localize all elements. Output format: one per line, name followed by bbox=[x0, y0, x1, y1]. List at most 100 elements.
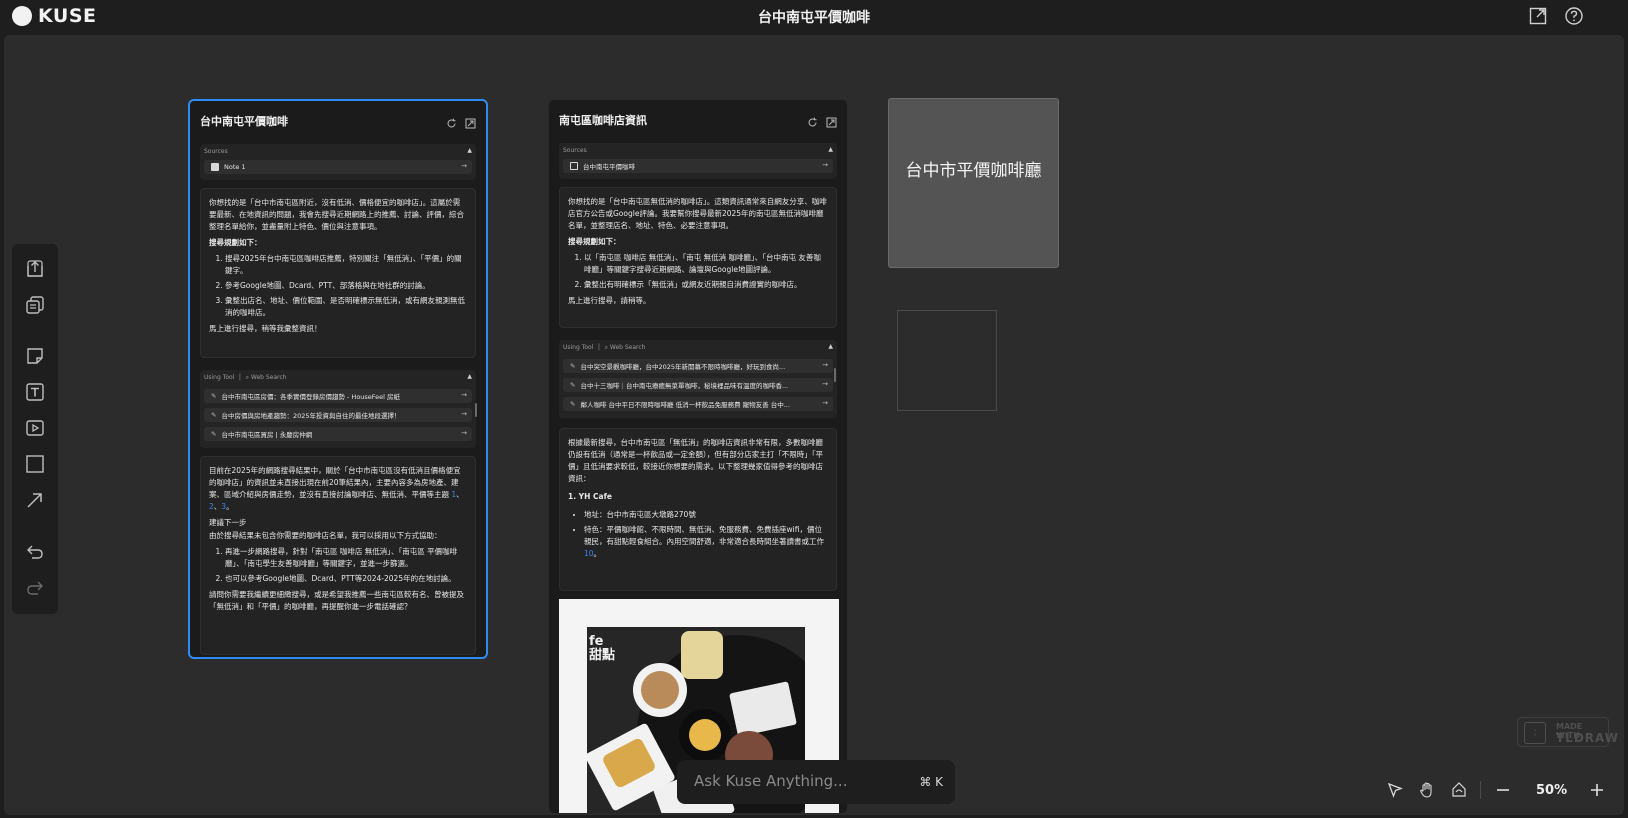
arrow-right-icon: → bbox=[461, 391, 467, 399]
message-text: 根據最新搜尋，台中市南屯區「無低消」的咖啡店資訊非常有限，多數咖啡廳仍設有低消（… bbox=[568, 438, 823, 483]
arrow-right-icon: → bbox=[822, 399, 828, 407]
list-item: 以「南屯區 咖啡店 無低消」、「南屯 無低消 咖啡廳」、「台中南屯 友善咖啡廳」… bbox=[584, 252, 828, 276]
hand-pan-icon[interactable] bbox=[1418, 781, 1436, 799]
undo-icon[interactable] bbox=[24, 541, 46, 563]
source-item-label: Note 1 bbox=[224, 163, 246, 171]
assistant-message: 根據最新搜尋，台中市南屯區「無低消」的咖啡店資訊非常有限，多數咖啡廳仍設有低消（… bbox=[559, 428, 837, 591]
collapse-caret-icon[interactable]: ▲ bbox=[467, 373, 472, 380]
note-text: 台中市平價咖啡廳 bbox=[905, 161, 1042, 181]
chat-card-2[interactable]: 南屯區咖啡店資訊 Sources ▲ 台中南屯平價咖啡 → 你想找的是「台中南屯… bbox=[548, 99, 848, 814]
search-result-item[interactable]: ✎ 台中房價與房地產趨勢：2025年投資與自住的最佳地段選擇！ → bbox=[204, 408, 472, 422]
help-icon[interactable] bbox=[1564, 6, 1584, 26]
using-tool-label: Using Tool │ ⌕ Web Search bbox=[563, 344, 646, 351]
document-title[interactable]: 台中南屯平價咖啡 bbox=[0, 7, 1628, 27]
list-item: 地址：台中市南屯區大墩路270號 bbox=[584, 509, 828, 521]
laser-pointer-icon[interactable] bbox=[1450, 781, 1468, 799]
search-result-item[interactable]: ✎ 台中市南屯區房價：各季實價登錄房價趨勢 - HouseFeel 房紙 → bbox=[204, 389, 472, 403]
message-heading: 1. YH Cafe bbox=[568, 492, 612, 501]
chat-source-icon bbox=[570, 162, 578, 170]
select-cursor-icon[interactable] bbox=[1386, 781, 1404, 799]
arrow-right-icon: → bbox=[461, 410, 467, 418]
scrollbar[interactable] bbox=[834, 368, 836, 382]
refresh-icon[interactable] bbox=[446, 114, 457, 128]
sources-label: Sources bbox=[563, 147, 587, 154]
keyboard-shortcut: ⌘ K bbox=[919, 775, 943, 789]
sources-section: Sources ▲ 台中南屯平價咖啡 → bbox=[559, 143, 837, 179]
empty-frame-shape[interactable] bbox=[897, 310, 997, 411]
message-text: 馬上進行搜尋，請稍等。 bbox=[568, 296, 651, 305]
card-title: 台中南屯平價咖啡 bbox=[200, 115, 288, 128]
using-tool-label: Using Tool │ ⌕ Web Search bbox=[204, 374, 287, 381]
frame-icon[interactable] bbox=[24, 453, 46, 475]
expand-icon[interactable] bbox=[465, 114, 476, 129]
redo-icon[interactable] bbox=[24, 577, 46, 599]
video-icon[interactable] bbox=[24, 417, 46, 439]
search-result-item[interactable]: ✎ 台中突空景觀咖啡廳，台中2025年新開幕不限時咖啡廳，好玩到食尚... → bbox=[563, 359, 833, 373]
list-item: 參考Google地圖、Dcard、PTT、部落格與在地社群的討論。 bbox=[225, 280, 467, 292]
message-text: 目前在2025年的網路搜尋結果中，關於「台中市南屯區沒有低消且價格便宜的咖啡店」… bbox=[209, 466, 464, 511]
zoom-in-icon[interactable] bbox=[1588, 781, 1606, 799]
message-text: 請問你需要我繼續更細緻搜尋，或是希望我推薦一些南屯區較有名、曾被提及「無低消」和… bbox=[209, 590, 464, 611]
source-item-label: 台中南屯平價咖啡 bbox=[583, 163, 635, 171]
link-icon: ✎ bbox=[570, 381, 576, 389]
arrow-right-icon: → bbox=[822, 380, 828, 388]
list-item: 搜尋2025年台中南屯區咖啡店推薦，特別關注「無低消」、「平價」的關鍵字。 bbox=[225, 253, 467, 277]
message-heading: 搜尋規劃如下： bbox=[568, 237, 621, 246]
message-text: 你想找的是「台中南屯區無低消的咖啡店」。這類資訊通常來自網友分享、咖啡店官方公告… bbox=[568, 197, 827, 230]
arrow-right-icon: → bbox=[822, 361, 828, 369]
zoom-level[interactable]: 50% bbox=[1536, 783, 1567, 798]
tldraw-logo-icon: ; bbox=[1524, 722, 1546, 744]
collapse-caret-icon[interactable]: ▲ bbox=[828, 343, 833, 350]
message-text: 你想找的是「台中市南屯區附近，沒有低消、價格便宜的咖啡店」。這屬於需要最新、在地… bbox=[209, 198, 464, 231]
card-title: 南屯區咖啡店資訊 bbox=[559, 114, 647, 127]
collapse-caret-icon[interactable]: ▲ bbox=[467, 147, 472, 154]
link-icon: ✎ bbox=[211, 430, 217, 438]
list-item: 彙整出有明確標示「無低消」或網友近期親自消費證實的咖啡店。 bbox=[584, 279, 828, 291]
toolbar-divider bbox=[1480, 781, 1481, 799]
arrow-icon[interactable] bbox=[24, 489, 46, 511]
note-source-icon bbox=[211, 163, 219, 171]
assistant-message: 目前在2025年的網路搜尋結果中，關於「台中市南屯區沒有低消且價格便宜的咖啡店」… bbox=[200, 456, 476, 655]
list-item: 彙整出店名、地址、價位範圍、是否明確標示無低消，或有網友親測無低消的咖啡店。 bbox=[225, 295, 467, 319]
message-heading: 建議下一步 bbox=[209, 518, 247, 527]
source-item[interactable]: Note 1 → bbox=[204, 160, 472, 174]
zoom-out-icon[interactable] bbox=[1494, 781, 1512, 799]
chat-card-1[interactable]: 台中南屯平價咖啡 Sources ▲ Note 1 → 你想找的是「台中市南屯區… bbox=[188, 99, 488, 659]
collapse-caret-icon[interactable]: ▲ bbox=[828, 146, 833, 153]
ask-placeholder: Ask Kuse Anything... bbox=[694, 772, 848, 790]
arrow-right-icon: → bbox=[822, 161, 828, 169]
copy-docs-icon[interactable] bbox=[24, 294, 46, 316]
note-icon[interactable] bbox=[24, 345, 46, 367]
tool-results-section: Using Tool │ ⌕ Web Search ▲ ✎ 台中突空景觀咖啡廳，台… bbox=[559, 340, 837, 418]
message-heading: 搜尋規劃如下： bbox=[209, 238, 262, 247]
link-icon: ✎ bbox=[570, 400, 576, 408]
list-item: 也可以參考Google地圖、Dcard、PTT等2024-2025年的在地討論。 bbox=[225, 573, 467, 585]
search-result-item[interactable]: ✎ 台中市南屯區買房 | 永慶房仲網 → bbox=[204, 427, 472, 441]
upload-icon[interactable] bbox=[24, 258, 46, 280]
assistant-message: 你想找的是「台中南屯區無低消的咖啡店」。這類資訊通常來自網友分享、咖啡店官方公告… bbox=[559, 187, 837, 328]
arrow-right-icon: → bbox=[461, 162, 467, 170]
scrollbar[interactable] bbox=[475, 403, 477, 417]
photo-caption: fe 甜點 bbox=[589, 634, 616, 663]
list-item: 特色：平價咖啡館、不限時間、無低消、免服務費、免費插座wifi，價位親民，有甜點… bbox=[584, 524, 828, 560]
link-icon: ✎ bbox=[570, 362, 576, 370]
left-toolbar bbox=[12, 244, 58, 614]
source-item[interactable]: 台中南屯平價咖啡 → bbox=[563, 159, 833, 173]
sticky-note[interactable]: 台中市平價咖啡廳 bbox=[888, 98, 1059, 268]
search-result-item[interactable]: ✎ 台中十三咖啡｜台中南屯療癒無菜單咖啡，秘境裡品味有溫度的咖啡香... → bbox=[563, 378, 833, 392]
tool-results-section: Using Tool │ ⌕ Web Search ▲ ✎ 台中市南屯區房價：各季… bbox=[200, 370, 476, 448]
tldraw-watermark[interactable]: ; MADE WITH TLDRAW bbox=[1517, 717, 1618, 747]
top-bar: KUSE 台中南屯平價咖啡 bbox=[0, 0, 1628, 33]
assistant-message: 你想找的是「台中市南屯區附近，沒有低消、價格便宜的咖啡店」。這屬於需要最新、在地… bbox=[200, 188, 476, 358]
text-icon[interactable] bbox=[24, 381, 46, 403]
expand-icon[interactable] bbox=[826, 113, 837, 128]
search-result-item[interactable]: ✎ 鄰人咖啡 台中平日不限時咖啡廳 低消一杯飲品免服務費 寵物友善 台中... → bbox=[563, 397, 833, 411]
message-text: 馬上進行搜尋，稍等我彙整資訊！ bbox=[209, 324, 322, 333]
link-icon: ✎ bbox=[211, 411, 217, 419]
link-icon: ✎ bbox=[211, 392, 217, 400]
message-text: 由於搜尋結果未包含你需要的咖啡店名單，我可以採用以下方式協助： bbox=[209, 531, 442, 540]
ask-input[interactable]: Ask Kuse Anything... ⌘ K bbox=[677, 760, 955, 804]
refresh-icon[interactable] bbox=[807, 113, 818, 127]
list-item: 再進一步網路搜尋，針對「南屯區 咖啡店 無低消」、「南屯區 平價咖啡廳」、「南屯… bbox=[225, 546, 467, 570]
external-link-icon[interactable] bbox=[1528, 6, 1548, 26]
